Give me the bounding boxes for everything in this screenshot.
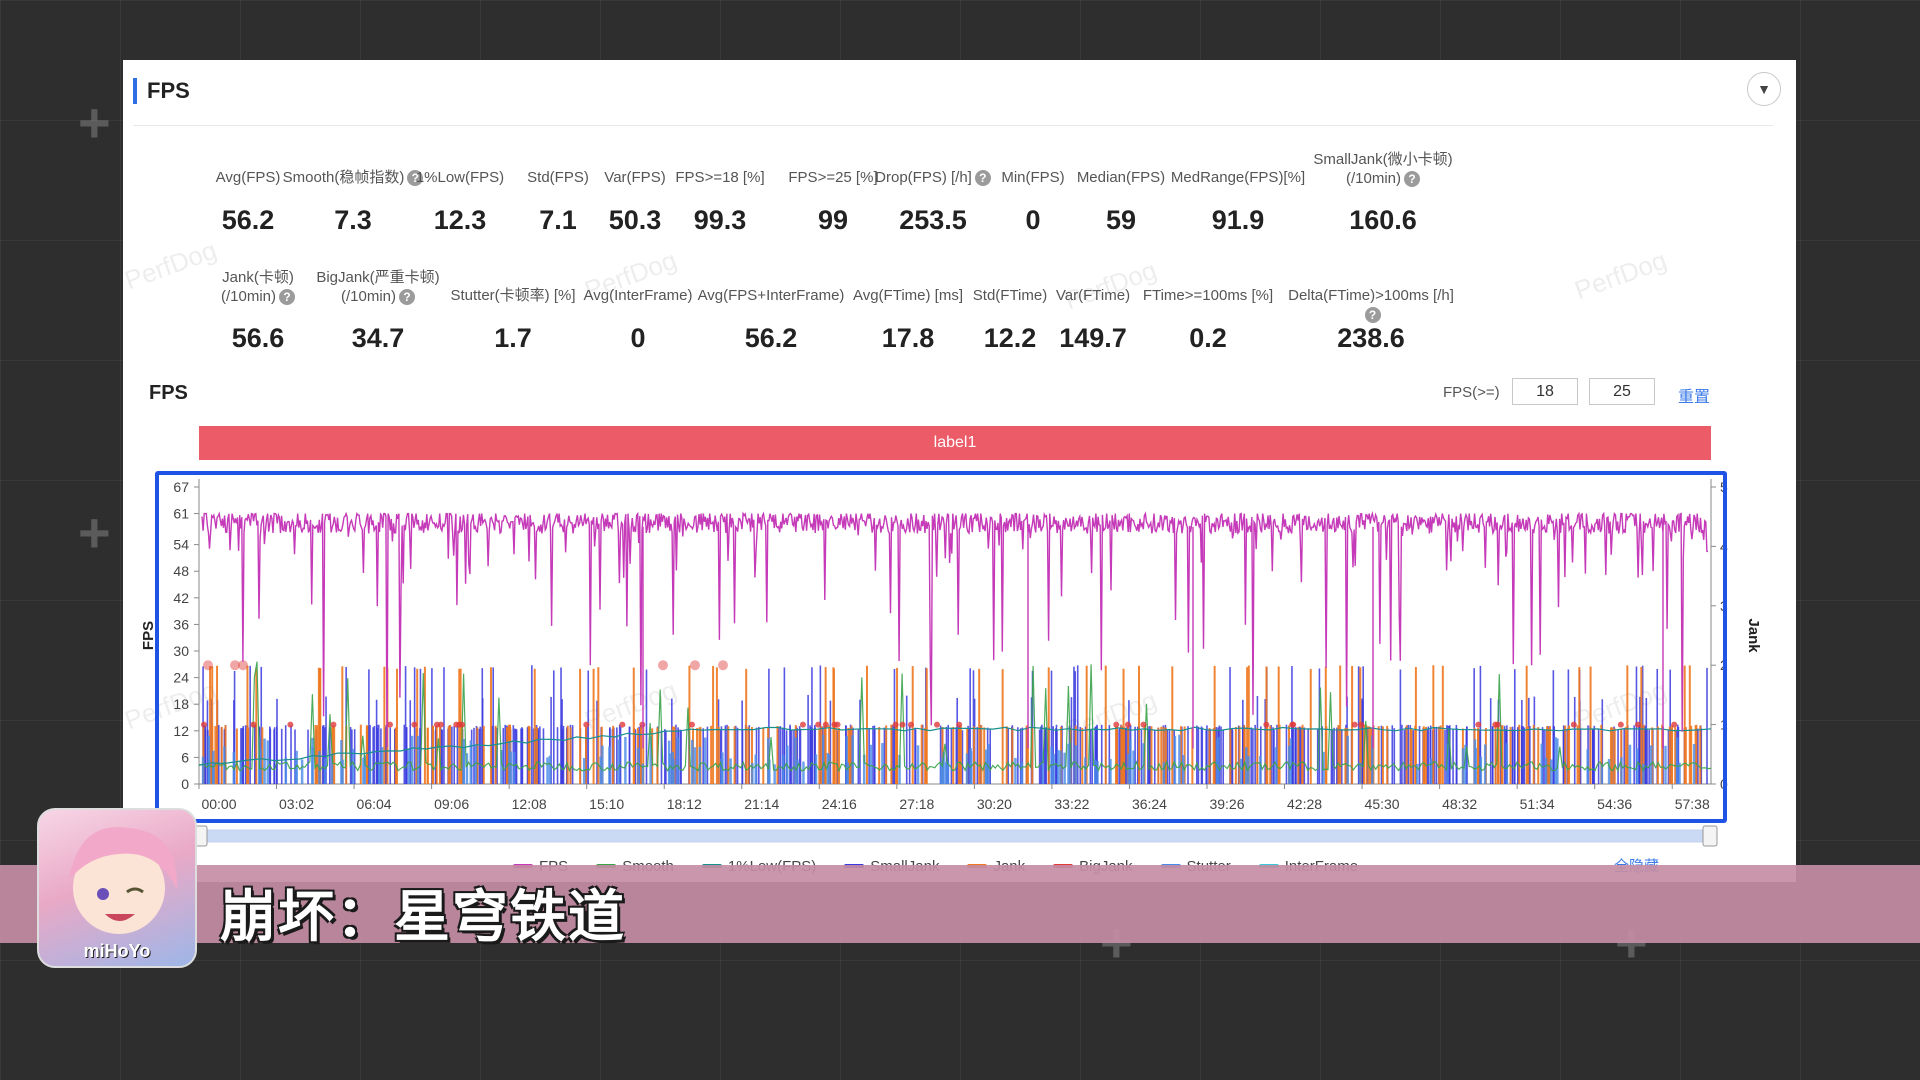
y2-axis-title: Jank — [1745, 618, 1762, 653]
chart-selection-frame — [155, 471, 1727, 823]
decor-plus-icon: + — [78, 91, 111, 154]
range-handle-right — [1702, 825, 1718, 847]
brand-logo: miHoYo — [83, 941, 151, 961]
game-avatar-image: miHoYo — [37, 808, 197, 968]
fps-panel: FPS ▼ Avg(FPS) 56.2 Smooth(稳帧指数)? 7.3 1%Low(… — [123, 60, 1796, 882]
decor-plus-icon: + — [78, 501, 111, 564]
range-scrollbar-fill — [199, 830, 1711, 842]
game-title: 崩坏：星穹铁道 — [220, 885, 626, 950]
